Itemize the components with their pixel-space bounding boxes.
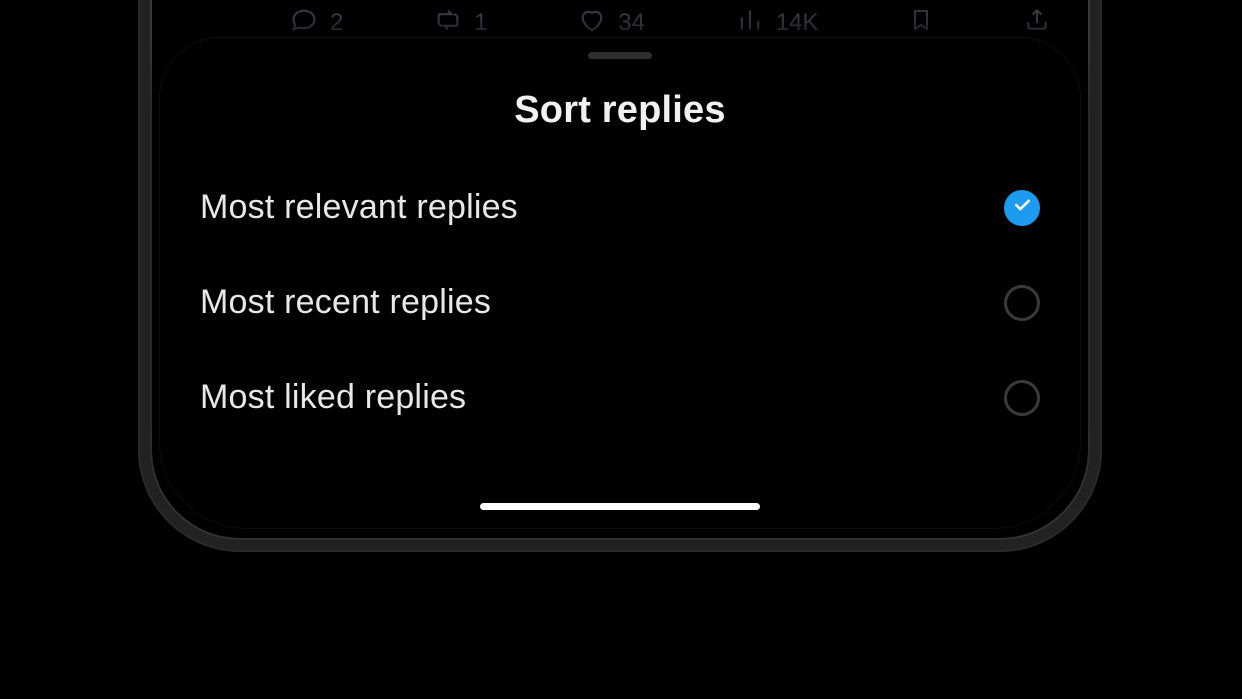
like-action[interactable]: 34 (578, 6, 645, 41)
sheet-grabber[interactable] (588, 52, 652, 59)
bookmark-icon (909, 8, 933, 39)
sort-option-most-relevant[interactable]: Most relevant replies (200, 188, 1040, 227)
analytics-icon (736, 6, 764, 41)
share-action[interactable] (1024, 7, 1050, 40)
sort-option-most-liked[interactable]: Most liked replies (200, 378, 1040, 417)
reply-count: 2 (330, 9, 343, 37)
views-action[interactable]: 14K (736, 6, 819, 41)
radio-unselected[interactable] (1004, 380, 1040, 416)
radio-selected[interactable] (1004, 190, 1040, 226)
option-label: Most relevant replies (200, 188, 518, 227)
radio-unselected[interactable] (1004, 285, 1040, 321)
sort-option-most-recent[interactable]: Most recent replies (200, 283, 1040, 322)
sort-replies-sheet: Sort replies Most relevant replies Most … (160, 38, 1080, 528)
post-action-bar: 2 1 34 14K (150, 8, 1090, 38)
sort-options-list: Most relevant replies Most recent replie… (200, 188, 1040, 417)
heart-icon (578, 6, 606, 41)
reply-action[interactable]: 2 (290, 6, 343, 41)
view-count: 14K (776, 9, 819, 37)
bookmark-action[interactable] (909, 8, 933, 39)
reply-icon (290, 6, 318, 41)
like-count: 34 (618, 9, 645, 37)
option-label: Most liked replies (200, 378, 466, 417)
option-label: Most recent replies (200, 283, 491, 322)
phone-frame: 2 1 34 14K (140, 0, 1100, 550)
home-indicator[interactable] (480, 503, 760, 510)
repost-action[interactable]: 1 (434, 6, 487, 41)
sheet-title: Sort replies (200, 89, 1040, 132)
share-icon (1024, 7, 1050, 40)
repost-icon (434, 6, 462, 41)
repost-count: 1 (474, 9, 487, 37)
check-icon (1012, 195, 1032, 220)
